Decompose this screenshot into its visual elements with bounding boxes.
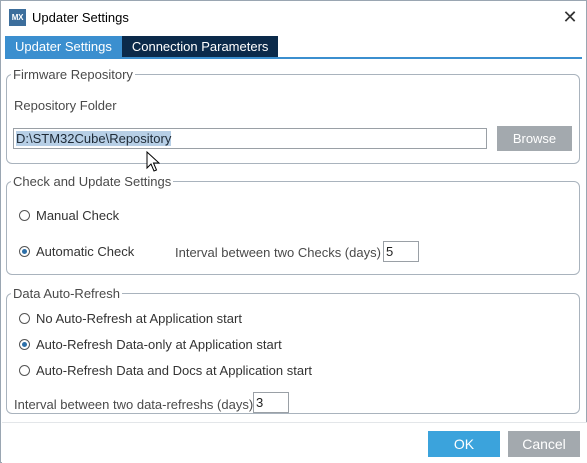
repository-folder-value: D:\STM32Cube\Repository: [16, 131, 172, 146]
dialog-footer: OK Cancel: [2, 422, 587, 463]
auto-refresh-data-only-radio[interactable]: Auto-Refresh Data-only at Application st…: [19, 337, 282, 352]
stm32cubemx-app-icon: MX: [9, 9, 26, 26]
firmware-repository-group: Firmware Repository Repository Folder D:…: [6, 67, 580, 164]
updater-settings-dialog: MX Updater Settings ✕ Updater Settings C…: [0, 0, 587, 463]
no-auto-refresh-radio-icon[interactable]: [19, 313, 30, 324]
window-title: Updater Settings: [32, 10, 129, 25]
data-auto-refresh-legend: Data Auto-Refresh: [11, 286, 122, 301]
tab-underline: [5, 57, 582, 59]
browse-button[interactable]: Browse: [497, 126, 572, 151]
auto-refresh-data-docs-radio[interactable]: Auto-Refresh Data and Docs at Applicatio…: [19, 363, 312, 378]
close-icon[interactable]: ✕: [557, 5, 583, 29]
automatic-check-radio[interactable]: Automatic Check: [19, 244, 134, 259]
manual-check-radio[interactable]: Manual Check: [19, 208, 119, 223]
manual-check-radio-icon[interactable]: [19, 210, 30, 221]
cancel-button[interactable]: Cancel: [508, 431, 580, 457]
mouse-cursor-icon: [146, 151, 160, 172]
no-auto-refresh-radio[interactable]: No Auto-Refresh at Application start: [19, 311, 242, 326]
data-auto-refresh-group: Data Auto-Refresh No Auto-Refresh at App…: [6, 286, 580, 414]
auto-refresh-data-only-radio-icon[interactable]: [19, 339, 30, 350]
no-auto-refresh-label: No Auto-Refresh at Application start: [36, 311, 242, 326]
title-bar: MX Updater Settings ✕: [1, 1, 586, 34]
automatic-check-radio-icon[interactable]: [19, 246, 30, 257]
auto-refresh-data-docs-label: Auto-Refresh Data and Docs at Applicatio…: [36, 363, 313, 378]
tab-connection-parameters[interactable]: Connection Parameters: [121, 36, 279, 57]
automatic-check-label: Automatic Check: [36, 244, 135, 259]
check-interval-label: Interval between two Checks (days): [175, 245, 381, 260]
tab-updater-settings[interactable]: Updater Settings: [5, 36, 122, 57]
auto-refresh-data-only-label: Auto-Refresh Data-only at Application st…: [36, 337, 282, 352]
firmware-repository-legend: Firmware Repository: [11, 67, 135, 82]
repository-folder-input[interactable]: D:\STM32Cube\Repository: [13, 128, 487, 149]
tab-bar: Updater Settings Connection Parameters: [5, 36, 279, 57]
auto-refresh-data-docs-radio-icon[interactable]: [19, 365, 30, 376]
check-update-group: Check and Update Settings Manual Check A…: [6, 174, 580, 275]
repository-folder-label: Repository Folder: [14, 98, 117, 113]
refresh-interval-label: Interval between two data-refreshs (days…: [14, 397, 254, 412]
check-interval-input[interactable]: 5: [383, 241, 419, 262]
manual-check-label: Manual Check: [36, 208, 120, 223]
ok-button[interactable]: OK: [428, 431, 500, 457]
refresh-interval-input[interactable]: 3: [253, 392, 289, 413]
check-update-legend: Check and Update Settings: [11, 174, 174, 189]
